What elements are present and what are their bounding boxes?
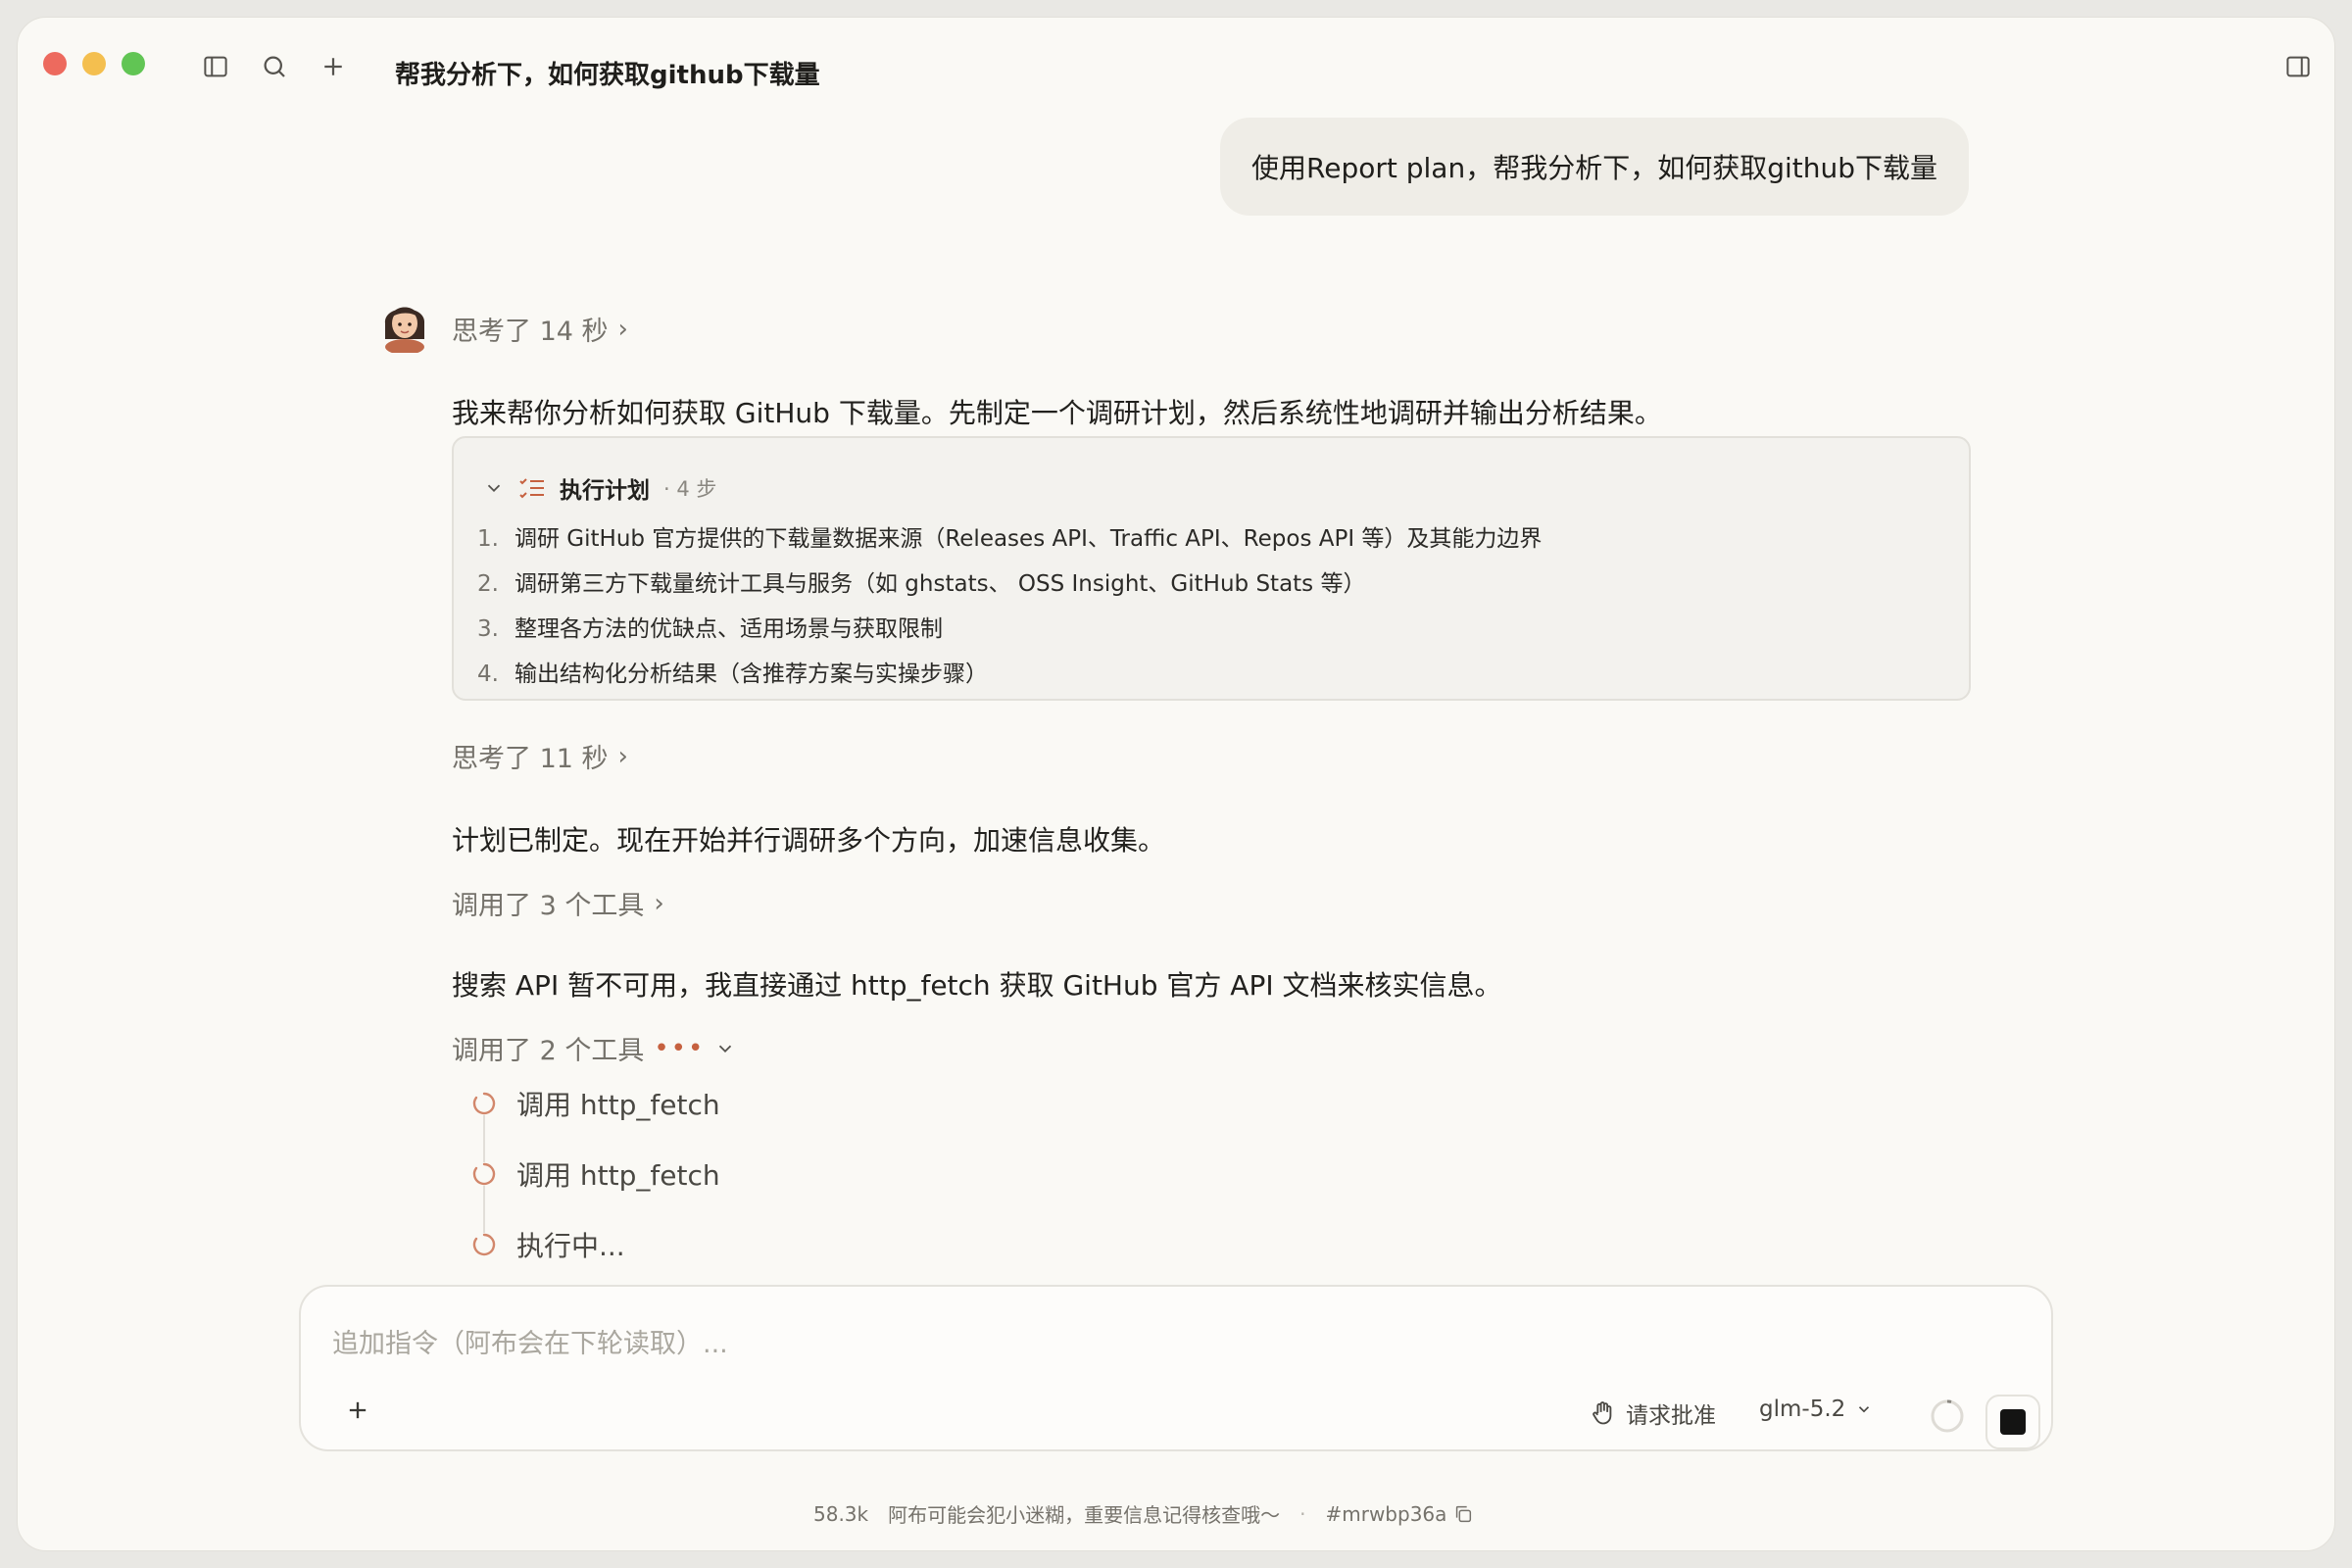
thinking-label-1: 思考了 14 秒 — [452, 317, 609, 347]
search-note-text: 搜索 API 暂不可用，我直接通过 http_fetch 获取 GitHub 官… — [452, 969, 1502, 1002]
user-message-text: 使用Report plan，帮我分析下，如何获取github下载量 — [1251, 152, 1937, 184]
token-count: 58.3k — [813, 1501, 869, 1526]
plan-item: 3. 整理各方法的优缺点、适用场景与获取限制 — [477, 616, 943, 642]
plan-title: 执行计划 — [560, 478, 650, 504]
assistant-avatar — [379, 294, 430, 353]
plan-item: 1. 调研 GitHub 官方提供的下载量数据来源（Releases API、Tr… — [477, 526, 1543, 552]
sidebar-toggle-icon[interactable] — [201, 52, 230, 81]
spinner-icon — [472, 1162, 496, 1186]
tool-call-item[interactable]: 调用 http_fetch — [471, 1084, 720, 1123]
request-approval-button[interactable]: 请求批准 — [1589, 1396, 1716, 1430]
footer-status-bar: 58.3k 阿布可能会犯小迷糊，重要信息记得核查哦～ · #mrwbp36a — [813, 1499, 1474, 1528]
tool-call-item[interactable]: 执行中... — [471, 1225, 625, 1264]
thinking-toggle-1[interactable]: 思考了 14 秒 › — [452, 310, 1971, 348]
attach-plus-button[interactable] — [344, 1396, 371, 1424]
chevron-right-icon: › — [617, 741, 628, 771]
chevron-right-icon: › — [654, 888, 664, 918]
right-panel-toggle-icon[interactable] — [2283, 52, 2313, 81]
tool-call-label: 执行中... — [516, 1230, 625, 1262]
tools-called-toggle-2[interactable]: 调用了 2 个工具 ••• — [452, 1029, 1971, 1067]
user-message-bubble: 使用Report plan，帮我分析下，如何获取github下载量 — [1220, 118, 1969, 216]
thinking-label-2: 思考了 11 秒 — [452, 744, 609, 774]
loading-dots-icon: ••• — [654, 1033, 706, 1063]
assistant-intro-text: 我来帮你分析如何获取 GitHub 下载量。先制定一个调研计划，然后系统性地调研… — [452, 397, 1662, 429]
model-name: glm-5.2 — [1759, 1396, 1846, 1422]
window-title: 帮我分析下，如何获取github下载量 — [395, 61, 820, 90]
tool-call-label: 调用 http_fetch — [516, 1159, 720, 1192]
window-controls — [43, 52, 145, 75]
plus-icon — [349, 1401, 367, 1419]
request-approval-label: 请求批准 — [1626, 1403, 1716, 1429]
plan-header[interactable]: 执行计划 · 4 步 — [483, 471, 716, 505]
footer-separator: · — [1299, 1501, 1306, 1526]
checklist-icon — [519, 478, 544, 499]
maximize-window-button[interactable] — [122, 52, 145, 75]
minimize-window-button[interactable] — [82, 52, 106, 75]
tools-called-toggle-1[interactable]: 调用了 3 个工具 › — [452, 884, 1971, 922]
message-input[interactable]: 追加指令（阿布会在下轮读取）... — [332, 1322, 728, 1360]
hand-icon — [1592, 1401, 1612, 1425]
plan-item: 2. 调研第三方下载量统计工具与服务（如 ghstats、 OSS Insight… — [477, 571, 1366, 597]
chevron-down-icon — [1859, 1406, 1870, 1413]
tools-called-label-1: 调用了 3 个工具 — [452, 891, 645, 921]
app-window: 帮我分析下，如何获取github下载量 使用Report plan，帮我分析下，… — [17, 17, 2335, 1551]
search-icon[interactable] — [260, 52, 289, 81]
chevron-down-icon[interactable] — [483, 477, 505, 499]
context-usage-ring-icon[interactable] — [1930, 1398, 1965, 1434]
session-id: #mrwbp36a — [1325, 1501, 1447, 1526]
chevron-right-icon: › — [617, 314, 628, 344]
plan-item: 4. 输出结构化分析结果（含推荐方案与实操步骤） — [477, 662, 988, 687]
stop-generation-button[interactable] — [1985, 1395, 2040, 1449]
plan-done-text: 计划已制定。现在开始并行调研多个方向，加速信息收集。 — [452, 824, 1166, 857]
disclaimer-text: 阿布可能会犯小迷糊，重要信息记得核查哦～ — [888, 1503, 1281, 1527]
close-window-button[interactable] — [43, 52, 67, 75]
stop-icon — [2000, 1409, 2026, 1435]
tools-called-label-2: 调用了 2 个工具 — [452, 1036, 645, 1066]
model-selector[interactable]: glm-5.2 — [1759, 1396, 1873, 1422]
spinner-icon — [472, 1233, 496, 1256]
plan-step-count: · 4 步 — [663, 477, 717, 501]
copy-icon[interactable] — [1452, 1503, 1474, 1525]
plan-list: 1. 调研 GitHub 官方提供的下载量数据来源（Releases API、Tr… — [477, 516, 1542, 697]
execution-plan-card: 执行计划 · 4 步 1. 调研 GitHub 官方提供的下载量数据来源（Rele… — [452, 436, 1971, 701]
new-chat-icon[interactable] — [318, 52, 348, 81]
message-input-box[interactable]: 追加指令（阿布会在下轮读取）... 请求批准 glm-5.2 — [299, 1285, 2053, 1451]
tool-call-label: 调用 http_fetch — [516, 1089, 720, 1121]
spinner-icon — [472, 1092, 496, 1115]
chevron-down-icon — [719, 1045, 732, 1053]
tool-call-item[interactable]: 调用 http_fetch — [471, 1154, 720, 1194]
thinking-toggle-2[interactable]: 思考了 11 秒 › — [452, 737, 1971, 775]
